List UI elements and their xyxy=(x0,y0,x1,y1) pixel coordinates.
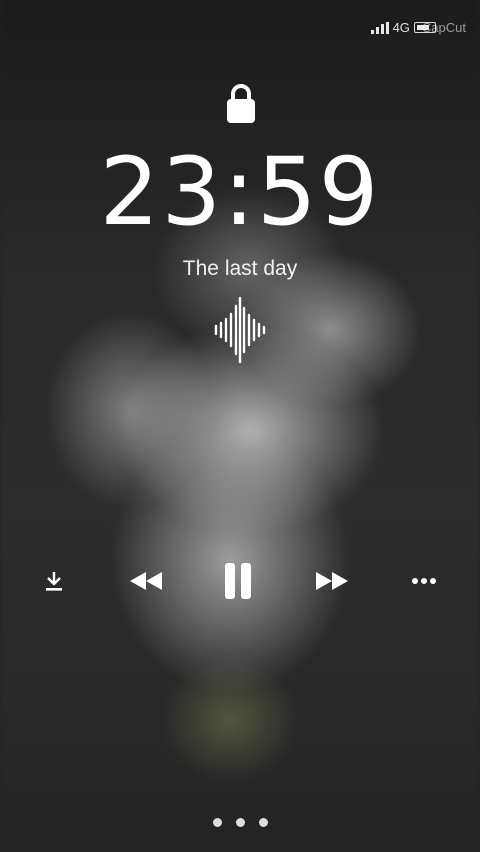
lock-screen: 4G CapCut 23:59 The last day xyxy=(0,0,480,852)
page-dot[interactable] xyxy=(258,818,268,827)
download-icon xyxy=(46,572,62,591)
blurred-wallpaper xyxy=(0,0,480,852)
download-button[interactable] xyxy=(40,568,68,594)
lock-icon xyxy=(227,84,255,123)
signal-icon xyxy=(370,21,389,34)
fast-forward-icon xyxy=(316,572,348,590)
page-dot[interactable] xyxy=(212,818,222,827)
more-button[interactable] xyxy=(408,568,440,594)
status-bar: 4G CapCut xyxy=(370,20,466,35)
clock-time: 23:59 xyxy=(99,138,381,247)
rewind-icon xyxy=(130,572,162,590)
page-dot[interactable] xyxy=(235,818,245,827)
pause-icon xyxy=(225,563,251,599)
pause-button[interactable] xyxy=(218,560,258,602)
previous-button[interactable] xyxy=(126,568,166,594)
now-playing-title: The last day xyxy=(182,257,298,280)
battery-icon xyxy=(413,22,436,33)
waveform-icon xyxy=(214,296,266,364)
page-indicator xyxy=(0,818,480,827)
more-icon xyxy=(412,578,436,584)
next-button[interactable] xyxy=(312,568,352,594)
player-controls xyxy=(0,558,480,604)
network-type: 4G xyxy=(392,20,410,35)
